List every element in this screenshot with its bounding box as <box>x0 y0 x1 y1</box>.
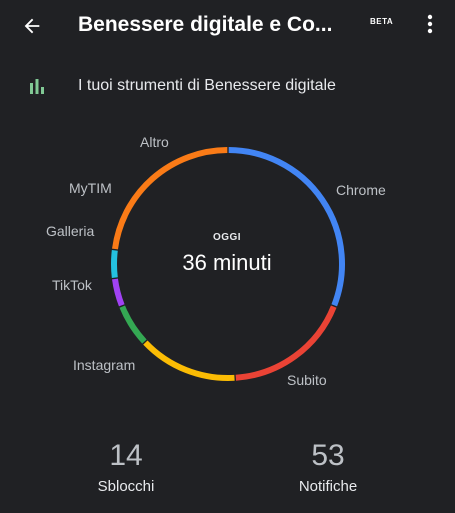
arrow-back-icon <box>24 18 40 34</box>
more-options-button[interactable] <box>416 8 444 40</box>
donut-segment-mytim[interactable] <box>111 250 118 278</box>
bar-chart-icon <box>28 77 46 100</box>
donut-segment-subito[interactable] <box>235 305 337 381</box>
usage-donut-chart[interactable]: Chrome Subito Instagram TikTok Galleria … <box>0 118 455 418</box>
segment-label-chrome[interactable]: Chrome <box>336 182 386 198</box>
notifications-label: Notifiche <box>298 478 358 495</box>
segment-label-altro[interactable]: Altro <box>140 134 169 150</box>
beta-badge: BETA <box>370 17 394 26</box>
back-button[interactable] <box>14 8 50 44</box>
segment-label-mytim[interactable]: MyTIM <box>69 180 112 196</box>
segment-label-instagram[interactable]: Instagram <box>73 357 135 373</box>
segment-label-tiktok[interactable]: TikTok <box>52 277 92 293</box>
unlocks-stat[interactable]: 14 Sblocchi <box>56 438 196 495</box>
total-time: 36 minuti <box>182 250 272 275</box>
wellbeing-tools-row[interactable]: I tuoi strumenti di Benessere digitale <box>0 66 455 108</box>
unlocks-value: 14 <box>109 439 143 472</box>
notifications-value: 53 <box>311 439 345 472</box>
unlocks-label: Sblocchi <box>97 478 155 495</box>
donut-segment-galleria[interactable] <box>112 278 125 307</box>
donut-segment-instagram[interactable] <box>143 340 235 381</box>
segment-label-subito[interactable]: Subito <box>287 372 327 388</box>
period-label: OGGI <box>212 232 242 243</box>
notifications-stat[interactable]: 53 Notifiche <box>258 438 398 495</box>
donut-segment-chrome[interactable] <box>228 147 345 307</box>
top-app-bar: Benessere digitale e Co... BETA <box>0 0 455 52</box>
donut-segment-tiktok[interactable] <box>119 305 147 344</box>
segment-label-galleria[interactable]: Galleria <box>46 223 94 239</box>
wellbeing-tools-label: I tuoi strumenti di Benessere digitale <box>78 77 336 94</box>
page-title: Benessere digitale e Co... <box>78 13 333 36</box>
more-vert-icon <box>427 14 433 34</box>
digital-wellbeing-screen: Benessere digitale e Co... BETA I tuoi s… <box>0 0 455 513</box>
